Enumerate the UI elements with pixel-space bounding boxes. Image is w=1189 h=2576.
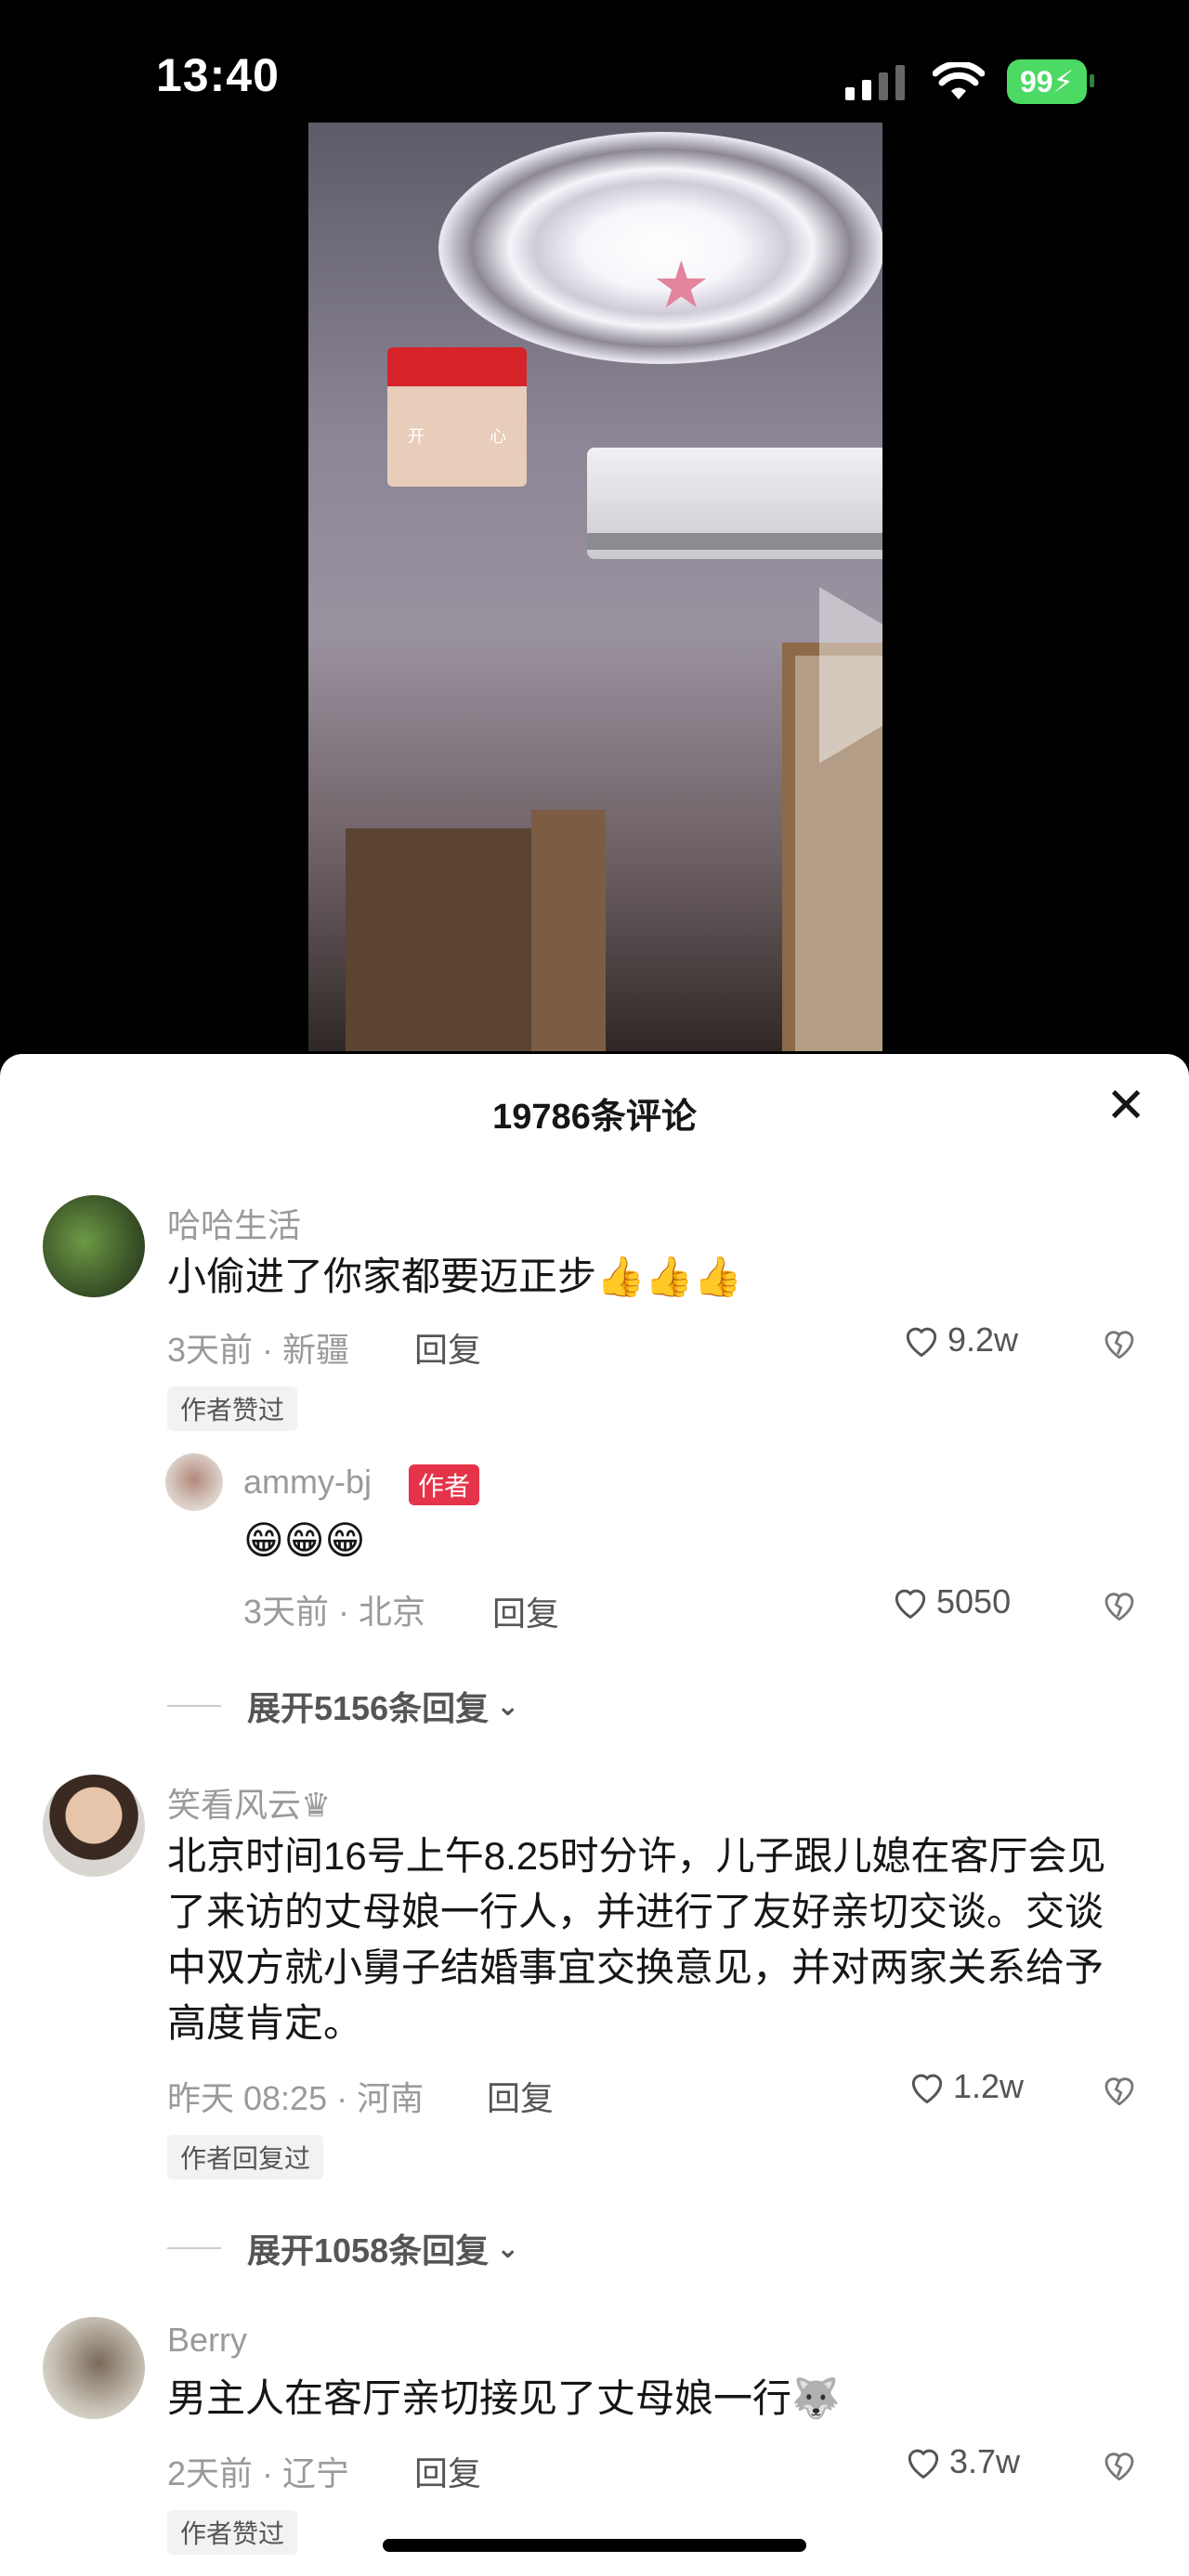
reply-button[interactable]: 回复: [414, 2447, 481, 2495]
chevron-down-icon: ⌄: [496, 1690, 520, 1722]
divider: [167, 2247, 221, 2249]
reply-meta: 3天前 · 北京: [243, 1593, 426, 1631]
avatar[interactable]: [43, 1195, 145, 1297]
comments-count-title: 19786条评论: [492, 1098, 697, 1137]
battery-indicator: 99⚡: [1006, 59, 1095, 104]
close-icon[interactable]: ✕: [1105, 1082, 1146, 1130]
author-liked-tag: 作者赞过: [167, 2510, 298, 2555]
like-count: 5050: [936, 1582, 1012, 1620]
avatar[interactable]: [43, 1775, 145, 1877]
comment-meta: 3天前 · 新疆: [167, 1331, 350, 1369]
heart-icon: [908, 2449, 939, 2479]
author-liked-tag: 作者赞过: [167, 1386, 298, 1431]
heart-icon: [895, 1589, 926, 1620]
like-button[interactable]: 1.2w: [907, 2066, 1024, 2107]
signal-icon: [844, 65, 905, 100]
avatar[interactable]: [43, 2317, 145, 2419]
like-button[interactable]: 3.7w: [903, 2441, 1020, 2482]
reply-text: 😁😁😁: [243, 1518, 366, 1562]
comment-text: 北京时间16号上午8.25时分许，儿子跟儿媳在客厅会见了来访的丈母娘一行人，并进…: [167, 1834, 1106, 2045]
expand-replies-button[interactable]: 展开5156条回复 ⌄: [167, 1682, 519, 1730]
heart-icon: [906, 1327, 937, 1358]
comment-text: 男主人在客厅亲切接见了丈母娘一行🐺: [167, 2376, 841, 2420]
shelf: [346, 828, 550, 1051]
video-player[interactable]: ★ 开 心: [308, 123, 882, 1051]
comment-author[interactable]: Berry: [167, 2321, 247, 2360]
reply-button[interactable]: 回复: [487, 2072, 554, 2120]
like-count: 1.2w: [953, 2067, 1025, 2105]
broken-heart-icon: [1104, 2077, 1134, 2106]
baby-sticker: 开 心: [387, 347, 527, 487]
expand-replies-button[interactable]: 展开1058条回复 ⌄: [167, 2224, 519, 2272]
author-badge: 作者: [409, 1464, 480, 1505]
divider: [167, 1705, 221, 1707]
bust-stand: [531, 810, 606, 1051]
ceiling-lamp: [438, 132, 882, 364]
dislike-button[interactable]: [1100, 2070, 1139, 2114]
dislike-button[interactable]: [1100, 1323, 1139, 1367]
battery-level: 99: [1019, 65, 1053, 98]
broken-heart-icon: [1104, 1593, 1134, 1621]
reply-button[interactable]: 回复: [414, 1323, 481, 1372]
wifi-icon: [932, 62, 985, 99]
avatar[interactable]: [165, 1453, 223, 1511]
play-icon[interactable]: [819, 587, 882, 763]
sticker-text-left: 开: [408, 427, 425, 446]
charging-icon: ⚡: [1052, 65, 1074, 98]
star-icon: ★: [652, 249, 711, 321]
home-indicator[interactable]: [383, 2539, 806, 2552]
reply-button[interactable]: 回复: [492, 1587, 559, 1635]
comment-text: 小偷进了你家都要迈正步👍👍👍: [167, 1255, 742, 1298]
like-button[interactable]: 5050: [890, 1581, 1011, 1622]
comment-author[interactable]: 笑看风云♛: [167, 1778, 331, 1827]
comment-author[interactable]: 哈哈生活: [167, 1199, 301, 1247]
chevron-down-icon: ⌄: [496, 2232, 520, 2264]
expand-label: 展开5156条回复: [247, 1689, 490, 1727]
comments-sheet: 19786条评论 ✕ 哈哈生活 小偷进了你家都要迈正步👍👍👍 3天前 · 新疆 …: [0, 1054, 1189, 2576]
broken-heart-icon: [1104, 2452, 1134, 2481]
like-button[interactable]: 9.2w: [901, 1320, 1018, 1360]
status-time: 13:40: [156, 49, 280, 101]
air-conditioner: [587, 448, 882, 559]
status-icons: 99⚡: [844, 59, 1095, 104]
sticker-text-right: 心: [490, 427, 506, 446]
heart-icon: [911, 2074, 943, 2104]
reply-author[interactable]: ammy-bj: [243, 1463, 372, 1502]
broken-heart-icon: [1104, 1331, 1134, 1360]
author-replied-tag: 作者回复过: [167, 2135, 324, 2179]
like-count: 9.2w: [947, 1321, 1019, 1359]
expand-label: 展开1058条回复: [247, 2231, 490, 2270]
dislike-button[interactable]: [1100, 1585, 1139, 1629]
like-count: 3.7w: [949, 2442, 1021, 2480]
dislike-button[interactable]: [1100, 2445, 1139, 2489]
comment-meta: 2天前 · 辽宁: [167, 2454, 350, 2492]
comment-meta: 昨天 08:25 · 河南: [167, 2079, 425, 2117]
